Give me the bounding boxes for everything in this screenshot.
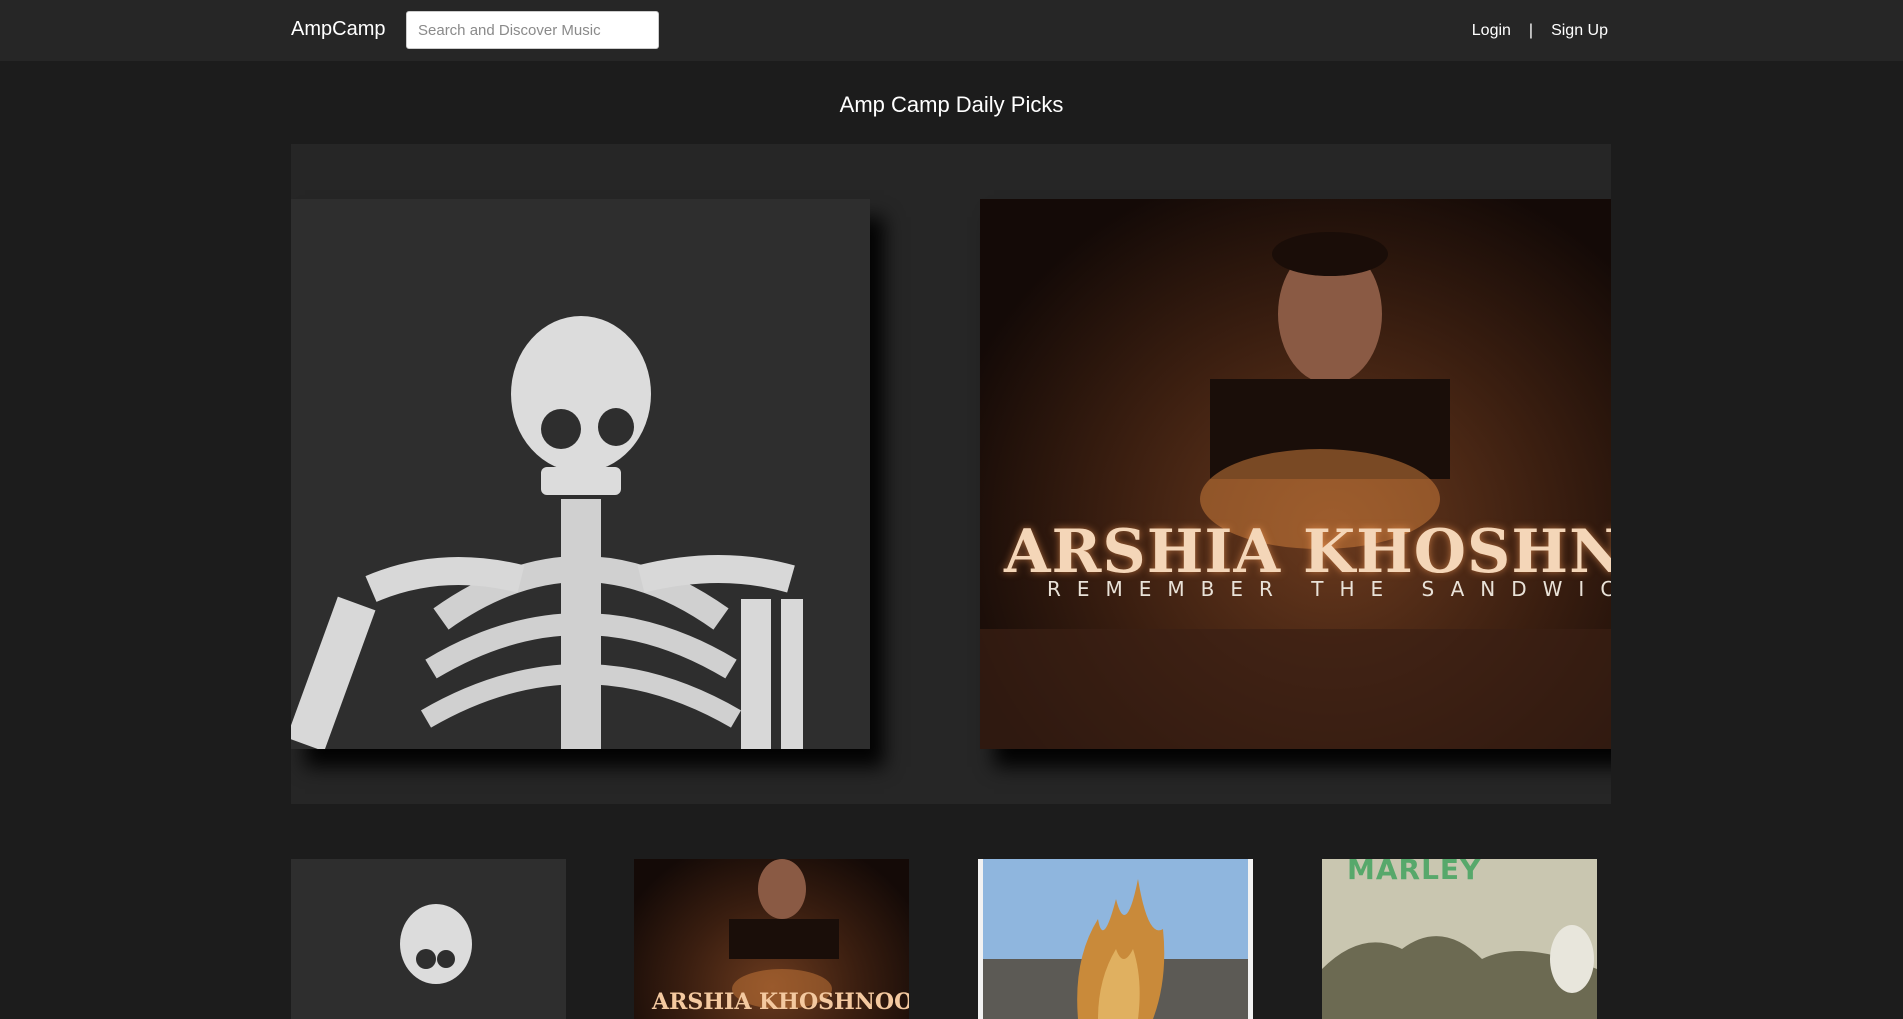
- daily-picks-carousel: ARSHIA KHOSHNOOD REMEMBER THE SANDWICH: [291, 144, 1611, 804]
- top-navbar: AmpCamp Login | Sign Up: [0, 0, 1903, 61]
- carousel-slide-skeleton-album[interactable]: [291, 199, 870, 749]
- search-input[interactable]: [406, 11, 659, 49]
- carousel-slide-arshia-album[interactable]: ARSHIA KHOSHNOOD REMEMBER THE SANDWICH: [980, 199, 1611, 749]
- arshia-album-subtitle: REMEMBER THE SANDWICH: [1047, 577, 1611, 601]
- album-thumbnail-marley[interactable]: MARLEY: [1322, 859, 1597, 1019]
- auth-links: Login | Sign Up: [1472, 22, 1608, 40]
- arshia-thumb-text: ARSHIA KHOSHNOOD: [652, 989, 909, 1015]
- skeleton-album-art: [291, 199, 870, 749]
- auth-separator: |: [1528, 22, 1534, 39]
- page-title: Amp Camp Daily Picks: [839, 92, 1064, 117]
- marley-thumb-text: MARLEY: [1347, 859, 1482, 886]
- arshia-album-art: [980, 232, 1611, 749]
- album-thumbnail-skeleton[interactable]: [291, 859, 566, 1019]
- app-logo[interactable]: AmpCamp: [291, 18, 385, 41]
- flame-album-art: [983, 859, 1248, 1019]
- album-thumbnail-flame[interactable]: [978, 859, 1253, 1019]
- login-link[interactable]: Login: [1472, 22, 1511, 40]
- skeleton-thumb-art: [400, 904, 472, 984]
- signup-link[interactable]: Sign Up: [1551, 22, 1608, 40]
- album-thumbnail-arshia[interactable]: ARSHIA KHOSHNOOD: [634, 859, 909, 1019]
